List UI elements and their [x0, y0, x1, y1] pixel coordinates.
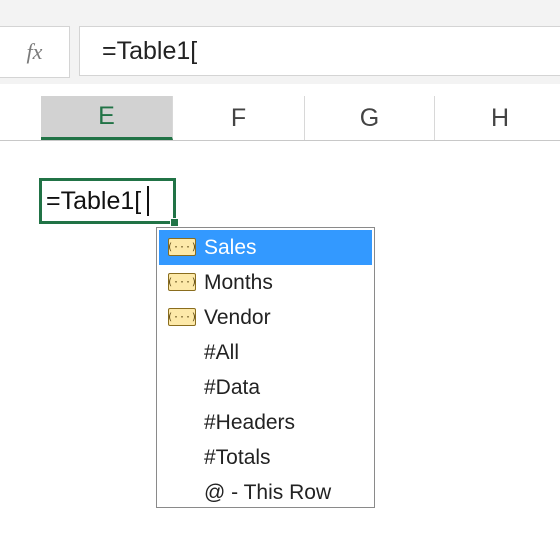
- autocomplete-item-totals[interactable]: #Totals: [159, 440, 372, 475]
- insert-function-button[interactable]: fx: [0, 26, 70, 78]
- autocomplete-item-months[interactable]: (···) Months: [159, 265, 372, 300]
- fx-icon: fx: [26, 39, 43, 64]
- fill-handle[interactable]: [170, 218, 179, 227]
- autocomplete-item-label: Sales: [204, 235, 257, 259]
- column-headers: E F G H: [0, 96, 560, 141]
- autocomplete-item-label: #Totals: [204, 445, 271, 469]
- autocomplete-item-sales[interactable]: (···) Sales: [159, 230, 372, 265]
- formula-input[interactable]: =Table1[: [79, 26, 560, 76]
- cell-formula-text: =Table1[: [46, 186, 142, 215]
- column-header-e[interactable]: E: [41, 96, 173, 140]
- autocomplete-item-label: Months: [204, 270, 273, 294]
- autocomplete-item-label: @ - This Row: [204, 480, 332, 504]
- autocomplete-item-label: #Data: [204, 375, 261, 399]
- table-column-icon: (···): [167, 273, 197, 291]
- column-header-g[interactable]: G: [305, 96, 435, 140]
- formula-autocomplete-list: (···) Sales (···) Months (···) Vendor #A…: [156, 227, 375, 508]
- autocomplete-item-this-row[interactable]: @ - This Row: [159, 475, 372, 510]
- autocomplete-item-label: #All: [204, 340, 240, 364]
- formula-text: =Table1[: [102, 36, 198, 65]
- autocomplete-item-vendor[interactable]: (···) Vendor: [159, 300, 372, 335]
- ribbon-strip: [0, 0, 560, 26]
- table-column-icon: (···): [167, 308, 197, 326]
- column-header-h[interactable]: H: [435, 96, 560, 140]
- autocomplete-item-data[interactable]: #Data: [159, 370, 372, 405]
- active-cell-e[interactable]: =Table1[: [39, 178, 176, 224]
- table-column-icon: (···): [167, 238, 197, 256]
- autocomplete-item-all[interactable]: #All: [159, 335, 372, 370]
- autocomplete-item-headers[interactable]: #Headers: [159, 405, 372, 440]
- autocomplete-item-label: #Headers: [204, 410, 296, 434]
- column-header-f[interactable]: F: [173, 96, 305, 140]
- text-caret: [147, 186, 150, 216]
- autocomplete-item-label: Vendor: [204, 305, 271, 329]
